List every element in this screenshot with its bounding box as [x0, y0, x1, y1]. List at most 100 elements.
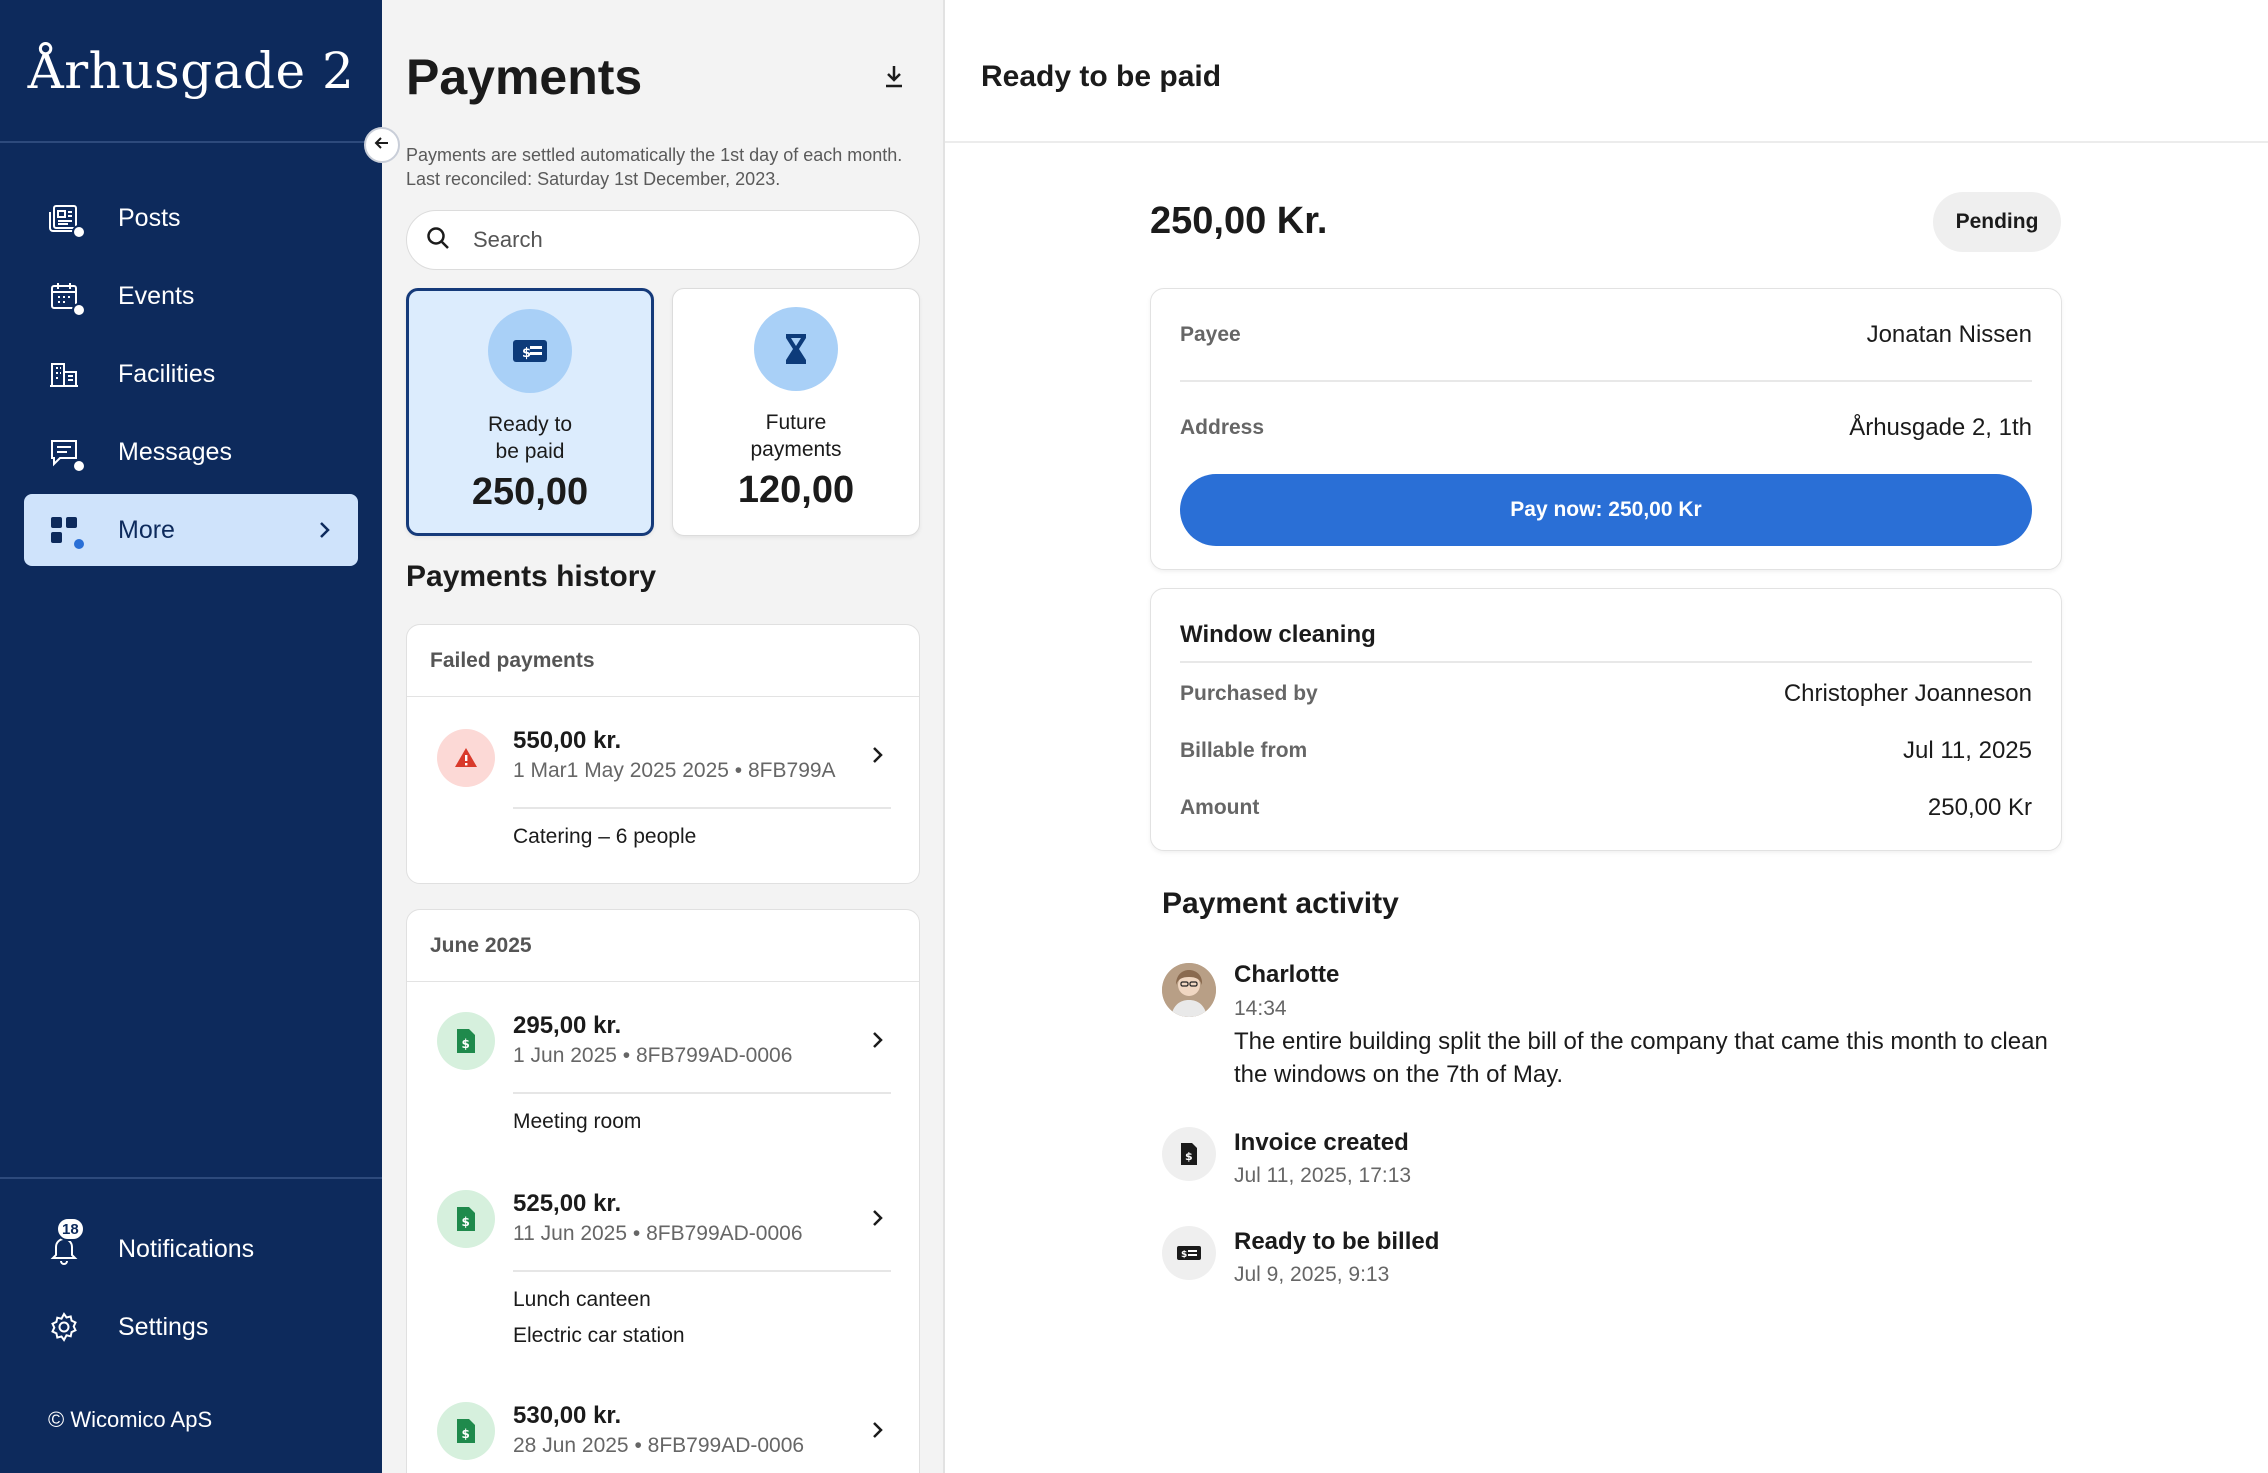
summary-card-ready[interactable]: $ Ready to be paid 250,00: [406, 288, 654, 536]
description-line: Payments are settled automatically the 1…: [406, 145, 903, 165]
warning-icon: [437, 729, 495, 787]
payment-row[interactable]: $ 525,00 kr. 11 Jun 2025 • 8FB799AD-0006…: [407, 1160, 919, 1372]
copyright: © Wicomico ApS: [48, 1407, 213, 1432]
status-badge: Pending: [1933, 192, 2061, 252]
payment-ref: 8FB799AD-0006: [646, 1222, 803, 1245]
hourglass-icon: [754, 307, 838, 391]
payment-date: 28 Jun 2025: [513, 1434, 629, 1457]
payment-row[interactable]: 550,00 kr. 1 Mar1 May 2025 2025 • 8FB799…: [407, 697, 919, 883]
payment-group-failed: Failed payments 550,00 kr. 1 Mar1 May 20…: [406, 624, 920, 884]
svg-text:$: $: [462, 1037, 470, 1051]
payment-meta: 28 Jun 2025 • 8FB799AD-0006: [513, 1434, 805, 1457]
sidebar-item-notifications[interactable]: 18 Notifications: [24, 1213, 358, 1285]
purchased-by-label: Purchased by: [1180, 682, 1318, 705]
summary-label-line: Future: [765, 411, 827, 434]
collapse-sidebar-button[interactable]: [364, 127, 400, 163]
description-line: Last reconciled: Saturday 1st December, …: [406, 169, 781, 189]
payment-ref: 8FB799AD-0006: [635, 1044, 793, 1067]
svg-text:$: $: [522, 346, 531, 361]
payment-amount: 550,00 kr.: [513, 727, 622, 754]
summary-label: Ready to be paid: [409, 411, 651, 465]
billable-from-value: Jul 11, 2025: [1903, 737, 2032, 764]
svg-text:$: $: [1181, 1250, 1187, 1260]
svg-text:$: $: [462, 1215, 470, 1229]
invoice-icon: $: [437, 1190, 495, 1248]
chevron-right-icon: [865, 743, 889, 772]
summary-value: 120,00: [737, 469, 855, 511]
payment-note: Electric car station: [513, 1324, 685, 1347]
payment-amount: 525,00 kr.: [513, 1190, 622, 1217]
invoice-icon: $: [437, 1012, 495, 1070]
payment-row[interactable]: $ 530,00 kr. 28 Jun 2025 • 8FB799AD-0006: [407, 1372, 919, 1473]
sidebar-item-settings[interactable]: Settings: [24, 1291, 358, 1363]
sidebar: Århusgade 2 Posts Events Facilities Mess…: [0, 0, 382, 1473]
sidebar-item-more[interactable]: More: [24, 494, 358, 566]
summary-label-line: be paid: [495, 440, 565, 463]
payment-amount: 295,00 kr.: [513, 1012, 622, 1039]
payment-row[interactable]: $ 295,00 kr. 1 Jun 2025 • 8FB799AD-0006 …: [407, 982, 919, 1160]
address-label: Address: [1180, 416, 1265, 439]
chevron-right-icon: [865, 1206, 889, 1235]
billable-from-label: Billable from: [1180, 739, 1308, 762]
payment-ref: 8FB799A: [748, 759, 836, 782]
detail-title: Ready to be paid: [981, 60, 1222, 93]
gear-icon: [46, 1309, 82, 1345]
group-title: June 2025: [407, 910, 919, 982]
summary-label-line: payments: [750, 438, 842, 461]
row-divider: [513, 1092, 891, 1094]
svg-text:$: $: [1185, 1150, 1193, 1163]
activity-event: Ready to be billed: [1234, 1228, 1440, 1255]
payment-amount: 530,00 kr.: [513, 1402, 622, 1429]
sidebar-item-label: Settings: [118, 1312, 209, 1341]
sidebar-item-facilities[interactable]: Facilities: [24, 338, 358, 410]
payment-group-june: June 2025 $ 295,00 kr. 1 Jun 2025 • 8FB7…: [406, 909, 920, 1473]
payee-value: Jonatan Nissen: [1866, 321, 2032, 348]
row-divider: [513, 807, 891, 809]
activity-time: Jul 9, 2025, 9:13: [1234, 1263, 1390, 1286]
sidebar-item-label: More: [118, 515, 175, 544]
posts-icon: [46, 200, 86, 239]
activity-title: Payment activity: [1162, 887, 1399, 920]
sidebar-item-messages[interactable]: Messages: [24, 416, 358, 488]
messages-icon: [46, 434, 86, 473]
summary-card-future[interactable]: Future payments 120,00: [672, 288, 920, 536]
search-input[interactable]: [473, 227, 893, 253]
payment-date: 11 Jun 2025: [513, 1222, 628, 1245]
download-button[interactable]: [876, 60, 912, 96]
amount-label: Amount: [1180, 796, 1260, 819]
sidebar-item-posts[interactable]: Posts: [24, 182, 358, 254]
facilities-icon: [46, 356, 82, 392]
svg-text:$: $: [462, 1427, 470, 1441]
sidebar-item-label: Facilities: [118, 359, 216, 388]
avatar: [1162, 963, 1216, 1017]
arrow-left-icon: [373, 134, 391, 157]
chevron-right-icon: [865, 1028, 889, 1057]
activity-time: 14:34: [1234, 997, 1287, 1020]
sidebar-item-events[interactable]: Events: [24, 260, 358, 332]
activity-comment: The entire building split the bill of th…: [1234, 1028, 2048, 1088]
summary-value: 250,00: [471, 471, 589, 513]
search-bar: [406, 210, 920, 270]
sidebar-divider: [0, 1177, 382, 1179]
invoice-icon: $: [1162, 1127, 1216, 1181]
page-title: Payments: [406, 49, 643, 105]
group-title: Failed payments: [407, 625, 919, 697]
line-item-title: Window cleaning: [1180, 621, 1376, 648]
activity-time: Jul 11, 2025, 17:13: [1234, 1164, 1412, 1187]
chevron-right-icon: [865, 1418, 889, 1447]
grid-icon: [46, 512, 86, 551]
payee-card: Payee Jonatan Nissen Address Århusgade 2…: [1150, 288, 2062, 570]
summary-label: Future payments: [673, 409, 919, 463]
brand-title: Århusgade 2: [27, 41, 355, 100]
bill-icon: $: [488, 309, 572, 393]
sidebar-item-label: Events: [118, 281, 195, 310]
payment-date: 1 Mar1 May 2025 2025: [513, 759, 729, 782]
payment-meta: 11 Jun 2025 • 8FB799AD-0006: [513, 1222, 803, 1245]
download-icon: [880, 62, 908, 95]
summary-label-line: Ready to: [487, 413, 573, 436]
payment-ref: 8FB799AD-0006: [647, 1434, 805, 1457]
pay-now-button[interactable]: Pay now: 250,00 Kr: [1180, 474, 2032, 546]
chevron-right-icon: [312, 518, 336, 547]
activity-author: Charlotte: [1234, 961, 1340, 988]
payments-description: Payments are settled automatically the 1…: [406, 143, 926, 191]
